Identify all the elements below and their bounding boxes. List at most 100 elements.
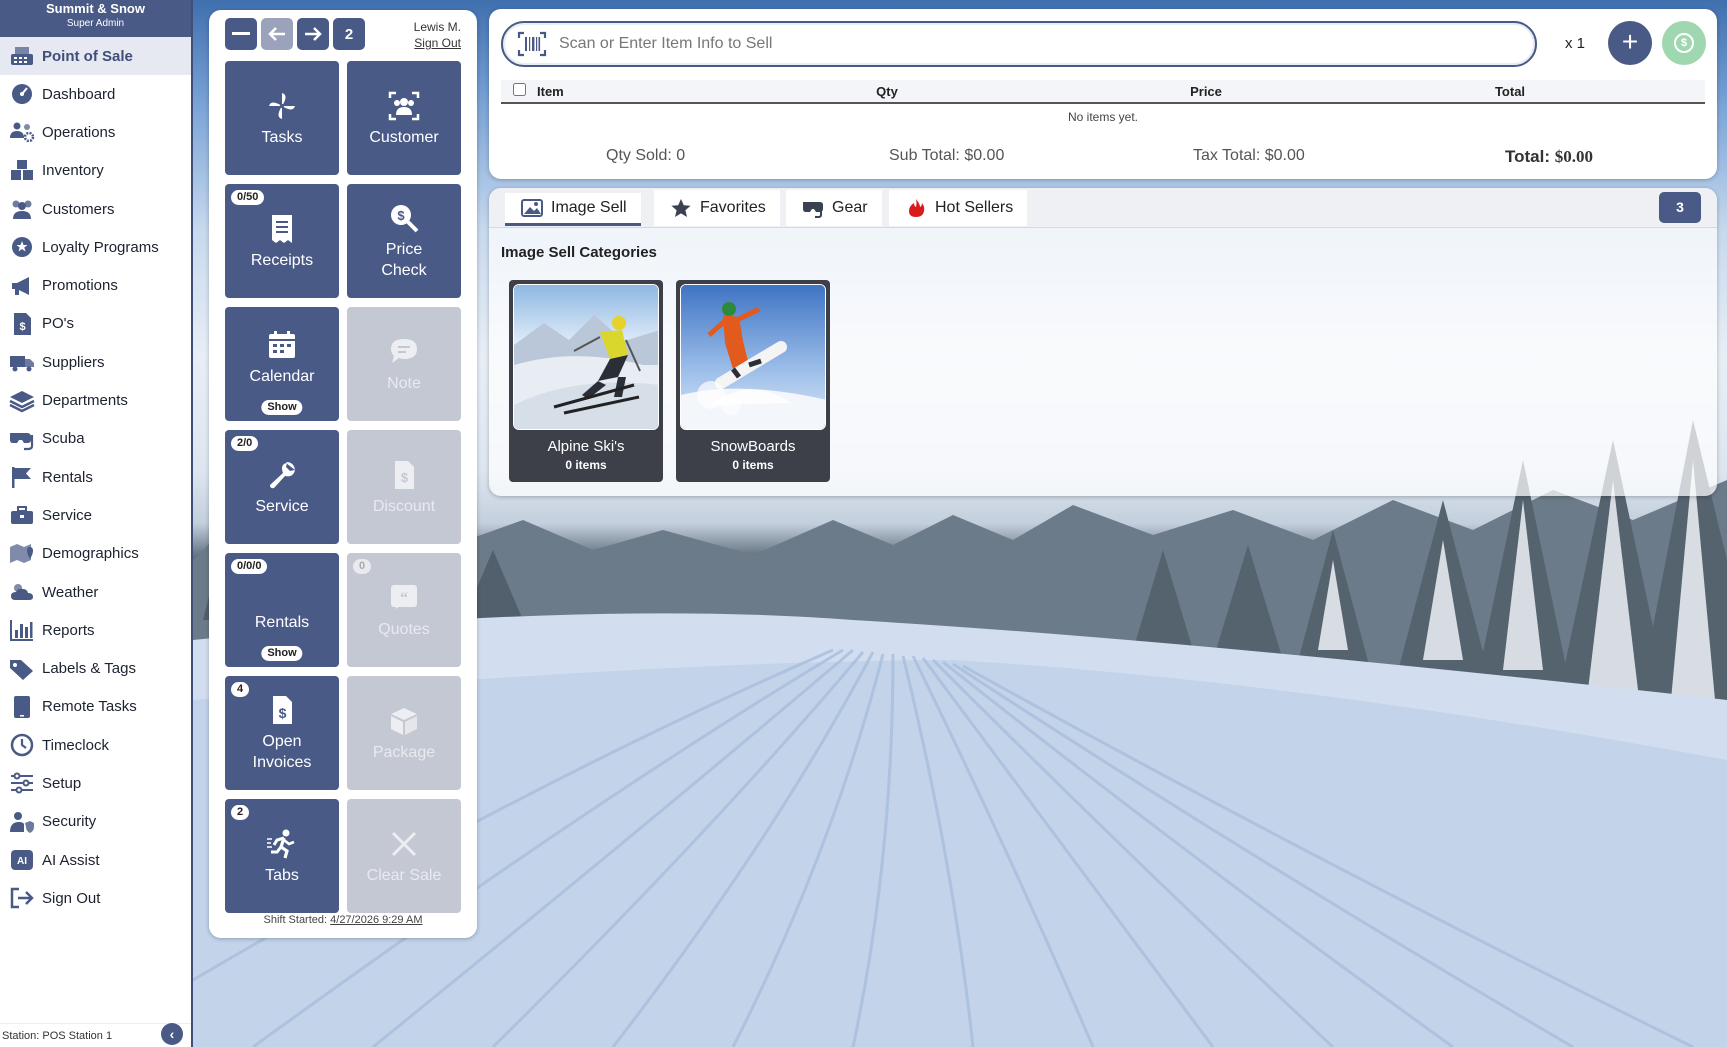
sidebar-item-reports[interactable]: Reports — [0, 611, 191, 649]
tile-calendar[interactable]: Calendar Show — [225, 307, 339, 421]
tile-label: Receipts — [250, 251, 314, 269]
tab-favorites[interactable]: Favorites — [654, 190, 780, 226]
sidebar-item-point-of-sale[interactable]: Point of Sale — [0, 37, 191, 75]
alpine-skier-image — [513, 284, 659, 430]
sidebar-item-po-s[interactable]: $ PO's — [0, 305, 191, 343]
receipt-icon — [265, 212, 299, 246]
col-item[interactable]: Item — [537, 80, 677, 104]
scan-box[interactable] — [501, 21, 1537, 67]
sidebar-item-scuba[interactable]: Scuba — [0, 420, 191, 458]
tile-service[interactable]: 2/0 Service — [225, 430, 339, 544]
sidebar-item-promotions[interactable]: Promotions — [0, 266, 191, 304]
collapse-sidebar-button[interactable]: ‹ — [161, 1023, 183, 1045]
station-label: Station: POS Station 1 ‹ — [0, 1023, 191, 1047]
snowboarder-image — [680, 284, 826, 430]
total-value: $0.00 — [1554, 147, 1593, 166]
sidebar-item-rentals[interactable]: Rentals — [0, 458, 191, 496]
scan-input[interactable] — [559, 35, 1459, 53]
tile-receipts[interactable]: 0/50 Receipts — [225, 184, 339, 298]
sidebar-item-dashboard[interactable]: Dashboard — [0, 75, 191, 113]
cloud-sun-icon — [8, 579, 36, 605]
shift-label: Shift Started: — [263, 914, 328, 926]
action-panel: 2 Lewis M. Sign Out Tasks Customer 0/50 Rec… — [209, 10, 477, 938]
barcode-icon — [517, 31, 547, 57]
register-icon — [8, 43, 36, 69]
tile-quotes[interactable]: 0 “ Quotes — [347, 553, 461, 667]
shift-time-link[interactable]: 4/27/2026 9:29 AM — [330, 914, 422, 926]
tile-tabs[interactable]: 2 Tabs — [225, 799, 339, 913]
x-icon — [387, 827, 421, 861]
sidebar-item-label: Suppliers — [42, 353, 105, 371]
tile-customer[interactable]: Customer — [347, 61, 461, 175]
sign-out-link[interactable]: Sign Out — [414, 36, 461, 50]
tile-package[interactable]: Package — [347, 676, 461, 790]
tile-label: Discount — [372, 497, 436, 515]
sidebar-item-operations[interactable]: Operations — [0, 113, 191, 151]
tile-open-invoices[interactable]: 4 $ Open Invoices — [225, 676, 339, 790]
show-pill-button[interactable]: Show — [261, 400, 303, 415]
sidebar-item-label: Point of Sale — [42, 47, 133, 65]
tab-count-badge[interactable]: 3 — [1659, 192, 1701, 223]
tab-image-sell[interactable]: Image Sell — [505, 193, 641, 226]
sidebar-item-remote-tasks[interactable]: Remote Tasks — [0, 688, 191, 726]
sidebar-item-label: Setup — [42, 774, 82, 792]
sidebar-item-weather[interactable]: Weather — [0, 573, 191, 611]
tile-price-check[interactable]: $ Price Check — [347, 184, 461, 298]
tablet-icon — [8, 694, 36, 720]
tile-label: Calendar — [249, 367, 315, 385]
sidebar-item-label: Service — [42, 506, 93, 524]
col-total[interactable]: Total — [1315, 80, 1705, 104]
sidebar-item-loyalty-programs[interactable]: Loyalty Programs — [0, 228, 191, 266]
col-price[interactable]: Price — [1097, 80, 1315, 104]
map-pin-icon — [8, 541, 36, 567]
sidebar-item-service[interactable]: Service — [0, 496, 191, 534]
col-qty[interactable]: Qty — [677, 80, 1097, 104]
back-button[interactable] — [261, 18, 293, 50]
sidebar-item-timeclock[interactable]: Timeclock — [0, 726, 191, 764]
tile-discount[interactable]: $ Discount — [347, 430, 461, 544]
tile-label: Price Check — [381, 241, 427, 279]
sidebar-item-security[interactable]: Security — [0, 803, 191, 841]
sidebar-item-setup[interactable]: Setup — [0, 764, 191, 802]
arrow-left-icon — [268, 27, 285, 41]
tab-hot-sellers[interactable]: Hot Sellers — [889, 190, 1028, 226]
category-card-snowboards[interactable]: SnowBoards 0 items — [676, 280, 830, 482]
tile-note[interactable]: Note — [347, 307, 461, 421]
sale-items-table: Item Qty Price Total No items yet. — [501, 80, 1705, 129]
add-item-button[interactable]: + — [1608, 21, 1652, 65]
forward-button[interactable] — [297, 18, 329, 50]
sale-panel: x 1 + $ Item Qty Price Total No items ye… — [489, 9, 1717, 179]
sidebar-item-labels-tags[interactable]: Labels & Tags — [0, 649, 191, 687]
quantity-multiplier[interactable]: x 1 — [1565, 35, 1585, 52]
catalog-panel: Image Sell Favorites Gear Hot Sellers 3 … — [489, 188, 1717, 496]
show-pill-button[interactable]: Show — [261, 646, 303, 661]
sign-out-icon — [8, 885, 36, 911]
sidebar-item-customers[interactable]: Customers — [0, 190, 191, 228]
tile-rentals[interactable]: 0/0/0 Rentals Show — [225, 553, 339, 667]
pay-button[interactable]: $ — [1662, 21, 1706, 65]
tab-gear[interactable]: Gear — [786, 190, 882, 226]
history-count-button[interactable]: 2 — [333, 18, 365, 50]
minimize-button[interactable] — [225, 18, 257, 50]
svg-text:“: “ — [400, 590, 408, 607]
sidebar-item-departments[interactable]: Departments — [0, 381, 191, 419]
image-icon — [521, 199, 543, 217]
sidebar-item-ai-assist[interactable]: AI AI Assist — [0, 841, 191, 879]
scuba-mask-icon — [8, 426, 36, 452]
tile-tasks[interactable]: Tasks — [225, 61, 339, 175]
category-card-alpine-skis[interactable]: Alpine Ski's 0 items — [509, 280, 663, 482]
section-title: Image Sell Categories — [501, 244, 657, 261]
sidebar-item-suppliers[interactable]: Suppliers — [0, 343, 191, 381]
gauge-icon — [8, 81, 36, 107]
sliders-icon — [8, 770, 36, 796]
star-icon — [671, 199, 691, 217]
sidebar-item-demographics[interactable]: Demographics — [0, 535, 191, 573]
select-all-checkbox[interactable] — [512, 83, 526, 96]
svg-text:$: $ — [401, 470, 409, 485]
tile-clear-sale[interactable]: Clear Sale — [347, 799, 461, 913]
sidebar-item-inventory[interactable]: Inventory — [0, 152, 191, 190]
bar-chart-icon — [8, 617, 36, 643]
sidebar-item-label: Remote Tasks — [42, 698, 137, 716]
sidebar-item-label: Scuba — [42, 430, 85, 448]
sidebar-item-sign-out[interactable]: Sign Out — [0, 879, 191, 917]
